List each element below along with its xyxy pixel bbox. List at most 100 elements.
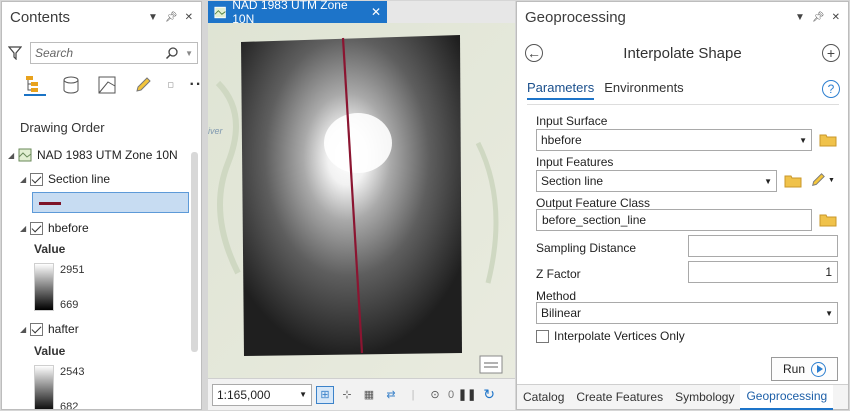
tab-environments[interactable]: Environments xyxy=(604,80,683,100)
edit-features-button[interactable]: ▼ xyxy=(810,172,835,188)
list-by-drawing-order-button[interactable] xyxy=(24,74,46,96)
stretch-min-label: 669 xyxy=(60,299,79,311)
browse-folder-icon[interactable] xyxy=(819,133,837,147)
input-surface-label: Input Surface xyxy=(536,114,608,128)
close-tab-icon[interactable]: ✕ xyxy=(371,5,381,19)
map-overlay-button[interactable] xyxy=(479,355,503,374)
search-placeholder: Search xyxy=(35,46,74,60)
scale-dropdown[interactable]: 1:165,000 ▼ xyxy=(212,383,312,406)
search-icon[interactable] xyxy=(165,46,179,60)
value-label: Value xyxy=(34,242,66,256)
search-dropdown-icon[interactable]: ▼ xyxy=(185,49,193,58)
layer-visibility-checkbox[interactable] xyxy=(30,172,43,186)
tab-create-features[interactable]: Create Features xyxy=(570,385,669,410)
close-icon[interactable]: ✕ xyxy=(832,12,840,23)
interpolate-vertices-only-checkbox[interactable] xyxy=(536,329,549,343)
input-features-dropdown[interactable]: Section line ▼ xyxy=(536,170,777,192)
method-value: Bilinear xyxy=(541,306,582,320)
run-button[interactable]: Run xyxy=(771,357,838,381)
dock-tabs: Catalog Create Features Symbology Geopro… xyxy=(517,384,848,410)
database-icon xyxy=(63,76,79,94)
z-factor-input[interactable]: 1 xyxy=(688,261,838,283)
pane-options-icon[interactable]: ▼ xyxy=(795,12,805,23)
sampling-distance-label: Sampling Distance xyxy=(536,241,637,255)
chevron-down-icon: ▼ xyxy=(799,135,807,145)
layer-section-line[interactable]: ◢ Section line xyxy=(20,169,110,189)
map-canvas[interactable]: iver xyxy=(208,23,515,378)
tab-symbology[interactable]: Symbology xyxy=(669,385,740,410)
drawing-order-icon xyxy=(26,76,38,92)
map-node[interactable]: ◢ NAD 1983 UTM Zone 10N xyxy=(8,145,178,165)
pin-icon[interactable]: 📌︎ xyxy=(812,12,825,23)
stretch-max-label: 2951 xyxy=(60,264,85,276)
layer-hafter[interactable]: ◢ hafter xyxy=(20,319,79,339)
list-by-selection-button[interactable] xyxy=(96,74,118,96)
filter-icon[interactable] xyxy=(8,46,22,60)
back-button[interactable]: ← xyxy=(525,44,543,62)
z-factor-label: Z Factor xyxy=(536,267,581,281)
pin-icon[interactable]: 📌︎ xyxy=(165,12,178,23)
stretch-max-label: 2543 xyxy=(60,366,85,378)
table-icon[interactable]: ▦ xyxy=(360,386,378,404)
stretch-min-label: 682 xyxy=(60,401,79,410)
list-by-source-button[interactable] xyxy=(60,74,82,96)
chevron-down-icon: ▼ xyxy=(299,390,307,399)
collapse-arrow-icon[interactable]: ◢ xyxy=(20,224,30,233)
collapse-arrow-icon[interactable]: ◢ xyxy=(20,175,30,184)
refresh-arrows-icon[interactable]: ⇄ xyxy=(382,386,400,404)
close-icon[interactable]: ✕ xyxy=(185,12,193,23)
tab-catalog[interactable]: Catalog xyxy=(517,385,570,410)
layer-visibility-checkbox[interactable] xyxy=(30,322,43,336)
more-options-button[interactable]: ··· xyxy=(188,74,202,96)
snap-to-grid-icon[interactable]: ⊞ xyxy=(316,385,334,404)
chevron-down-icon: ▼ xyxy=(828,176,835,184)
geoprocessing-pane: Geoprocessing ▼ 📌︎ ✕ ← Interpolate Shape… xyxy=(516,1,849,410)
run-icon xyxy=(811,361,826,377)
pause-drawing-icon[interactable]: ❚❚ xyxy=(458,386,476,404)
browse-folder-icon[interactable] xyxy=(784,174,802,188)
tab-parameters[interactable]: Parameters xyxy=(527,80,595,100)
geoprocessing-title: Geoprocessing xyxy=(525,8,626,26)
chevron-down-icon: ▼ xyxy=(764,176,772,186)
stretch-gradient-swatch xyxy=(34,365,54,409)
map-icon xyxy=(18,148,32,162)
pane-options-icon[interactable]: ▼ xyxy=(148,12,158,23)
tool-title-row: ← Interpolate Shape + xyxy=(517,40,848,66)
tab-geoprocessing[interactable]: Geoprocessing xyxy=(740,384,834,410)
method-dropdown[interactable]: Bilinear ▼ xyxy=(536,302,838,324)
browse-folder-icon[interactable] xyxy=(819,213,837,227)
contents-search-row: Search ▼ xyxy=(8,42,198,64)
map-tab-bar: NAD 1983 UTM Zone 10N ✕ xyxy=(208,0,515,26)
scale-value: 1:165,000 xyxy=(217,387,271,402)
collapse-arrow-icon[interactable]: ◢ xyxy=(8,151,18,160)
output-feature-class-input[interactable]: before_section_line xyxy=(536,209,812,231)
snapping-icon xyxy=(168,82,174,88)
section-line-symbol[interactable] xyxy=(32,192,189,213)
layer-visibility-checkbox[interactable] xyxy=(30,221,43,235)
stretch-gradient-swatch xyxy=(34,263,54,311)
add-tool-button[interactable]: + xyxy=(822,44,840,62)
search-input[interactable]: Search ▼ xyxy=(30,42,198,64)
map-icon xyxy=(214,6,226,18)
interpolate-vertices-only-row[interactable]: Interpolate Vertices Only xyxy=(536,329,685,343)
output-feature-class-label: Output Feature Class xyxy=(536,196,651,210)
collapse-arrow-icon[interactable]: ◢ xyxy=(20,325,30,334)
input-features-value: Section line xyxy=(541,174,604,188)
input-surface-dropdown[interactable]: hbefore ▼ xyxy=(536,129,812,151)
contents-title: Contents xyxy=(10,8,71,26)
map-tab[interactable]: NAD 1983 UTM Zone 10N ✕ xyxy=(208,0,387,26)
sampling-distance-input[interactable] xyxy=(688,235,838,257)
contents-scrollbar[interactable] xyxy=(191,152,198,352)
selected-features-icon[interactable]: ⊙ xyxy=(426,386,444,404)
contents-header: Contents ▼ 📌︎ ✕ xyxy=(2,2,201,32)
pencil-icon xyxy=(136,77,151,92)
pencil-icon xyxy=(812,173,825,186)
list-by-editing-button[interactable] xyxy=(132,74,154,96)
layer-hbefore[interactable]: ◢ hbefore xyxy=(20,218,89,238)
chevron-down-icon: ▼ xyxy=(825,308,833,318)
input-features-label: Input Features xyxy=(536,155,614,169)
grid-icon[interactable]: ⊹ xyxy=(338,386,356,404)
list-by-snapping-button[interactable] xyxy=(168,74,174,96)
refresh-icon[interactable]: ↻ xyxy=(480,386,498,404)
help-icon[interactable]: ? xyxy=(822,80,840,98)
